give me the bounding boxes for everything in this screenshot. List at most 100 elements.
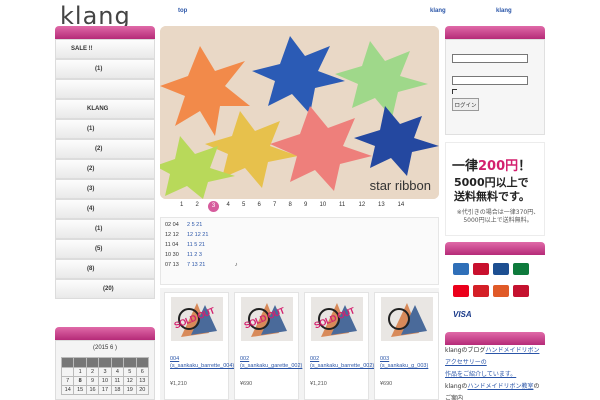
- calendar-day[interactable]: 19: [123, 385, 137, 395]
- product-name[interactable]: 002 (s_sankaku_barrette_002): [310, 356, 374, 370]
- page-link[interactable]: 8: [289, 202, 292, 208]
- nav-link-klang-2[interactable]: klang: [496, 8, 512, 14]
- page-link[interactable]: 14: [398, 202, 405, 208]
- product-name[interactable]: 004 (s_sankaku_barrette_004): [170, 356, 234, 370]
- product-price: ¥690: [240, 381, 253, 387]
- page-link[interactable]: 7: [273, 202, 276, 208]
- calendar-day[interactable]: 18: [110, 385, 125, 395]
- news-item[interactable]: 07 13 7 13 21 ♪: [165, 262, 238, 268]
- nav-link-top[interactable]: top: [178, 8, 187, 14]
- music-note-icon: ♪: [233, 262, 238, 268]
- calendar-day[interactable]: 6: [135, 367, 150, 377]
- hero-banner[interactable]: star ribbon: [160, 26, 439, 199]
- shipping-promo: 一律200円！ 5000円以上で 送料無料です。 ※代引きの場合は一律370円、 5…: [445, 142, 545, 236]
- remember-checkbox[interactable]: [452, 89, 457, 94]
- product-card[interactable]: SOLD OUT 002 (s_sankaku_garette_002) ¥690: [234, 292, 302, 400]
- news-title[interactable]: 11 2 3: [187, 252, 202, 258]
- promo-price: 200円: [478, 159, 519, 174]
- product-card[interactable]: 003 (s_sankaku_g_003) ¥690: [374, 292, 439, 400]
- product-price: ¥690: [380, 381, 393, 387]
- category-item[interactable]: (8): [55, 259, 155, 279]
- blog-link-2[interactable]: 作品をご紹介しています。: [445, 371, 516, 378]
- left-menu-header: [55, 26, 155, 39]
- category-item[interactable]: (1): [55, 59, 155, 79]
- calendar-day[interactable]: 2: [85, 367, 100, 377]
- calendar-header: [55, 327, 155, 340]
- page-link[interactable]: 10: [320, 202, 327, 208]
- promo-note-b: 5000円以上で送料無料。: [463, 217, 533, 224]
- payment-header: [445, 242, 545, 255]
- news-title[interactable]: 7 13 21: [187, 262, 205, 268]
- login-header: [445, 26, 545, 39]
- category-item[interactable]: SALE !!: [55, 39, 155, 59]
- mc-card-icon: [453, 285, 469, 297]
- category-item[interactable]: [55, 79, 155, 99]
- info-class-label: klangの: [445, 383, 468, 390]
- calendar-day[interactable]: 13: [135, 376, 150, 386]
- category-menu: SALE !! (1) KLANG (1) (2) (2) (3) (4) (1) (5) (8)(…: [55, 39, 155, 324]
- category-item[interactable]: (2): [55, 159, 155, 179]
- news-item[interactable]: 02 04 2 5 21: [165, 222, 202, 228]
- info-header: [445, 332, 545, 345]
- login-email-input[interactable]: [452, 54, 528, 63]
- login-button[interactable]: ログイン: [452, 98, 479, 111]
- calendar-day[interactable]: 15: [73, 385, 87, 395]
- page-link[interactable]: 2: [196, 202, 199, 208]
- page-link[interactable]: 4: [227, 202, 230, 208]
- category-item[interactable]: (4): [55, 199, 155, 219]
- promo-suffix: ！: [518, 159, 532, 174]
- product-image[interactable]: SOLD OUT: [241, 297, 293, 341]
- calendar-day[interactable]: 16: [85, 385, 100, 395]
- nav-link-klang-1[interactable]: klang: [430, 8, 446, 14]
- product-image[interactable]: SOLD OUT: [171, 297, 223, 341]
- news-item[interactable]: 11 04 11 5 21: [165, 242, 205, 248]
- product-name[interactable]: 002 (s_sankaku_garette_002): [240, 356, 302, 370]
- news-title[interactable]: 12 12 21: [187, 232, 208, 238]
- page-link[interactable]: 12: [359, 202, 366, 208]
- calendar-day[interactable]: 14: [60, 385, 75, 395]
- category-item[interactable]: (5): [55, 239, 155, 259]
- calendar-day[interactable]: 9: [85, 376, 100, 386]
- page-link[interactable]: 6: [258, 202, 261, 208]
- category-item[interactable]: (20): [55, 279, 155, 299]
- dc-card-icon: [473, 263, 489, 275]
- calendar-day[interactable]: 4: [110, 367, 125, 377]
- calendar-day[interactable]: 17: [98, 385, 112, 395]
- page-link[interactable]: 13: [378, 202, 385, 208]
- uc-card-icon: [473, 285, 489, 297]
- page-link[interactable]: 1: [180, 202, 183, 208]
- news-title[interactable]: 11 5 21: [187, 242, 205, 248]
- product-name[interactable]: 003 (s_sankaku_g_003): [380, 356, 436, 370]
- category-item[interactable]: (1): [55, 219, 155, 239]
- page-link[interactable]: 5: [242, 202, 245, 208]
- info-blog: klangのブログハンドメイドリボンアクセサリーの 作品をご紹介しています。: [445, 345, 545, 381]
- news-title[interactable]: 2 5 21: [187, 222, 202, 228]
- calendar-title: (2015 6 ): [92, 345, 117, 351]
- product-image[interactable]: SOLD OUT: [311, 297, 363, 341]
- page-link[interactable]: 11: [339, 202, 345, 208]
- news-item[interactable]: 12 12 12 12 21: [165, 232, 208, 238]
- calendar-day[interactable]: 7: [60, 376, 75, 386]
- amex-card-icon: [453, 263, 469, 275]
- calendar-day[interactable]: 20: [135, 385, 150, 395]
- class-link[interactable]: ハンドメイドリボン教室: [467, 383, 533, 390]
- calendar-day[interactable]: 3: [98, 367, 112, 377]
- page-link[interactable]: 9: [304, 202, 307, 208]
- calendar-day[interactable]: 1: [73, 367, 87, 377]
- calendar-day[interactable]: 5: [123, 367, 137, 377]
- category-item[interactable]: (2): [55, 139, 155, 159]
- product-image[interactable]: [381, 297, 433, 341]
- news-item[interactable]: 10 30 11 2 3: [165, 252, 202, 258]
- calendar-day[interactable]: 11: [110, 376, 125, 386]
- category-item[interactable]: (1): [55, 119, 155, 139]
- category-item[interactable]: (3): [55, 179, 155, 199]
- product-card[interactable]: SOLD OUT 004 (s_sankaku_barrette_004) ¥1,2…: [164, 292, 234, 400]
- category-item[interactable]: KLANG: [55, 99, 155, 119]
- hero-caption: star ribbon: [369, 178, 431, 193]
- calendar-day[interactable]: 10: [98, 376, 112, 386]
- login-password-input[interactable]: [452, 76, 528, 85]
- calendar-day[interactable]: 12: [123, 376, 137, 386]
- calendar-day[interactable]: 8: [73, 376, 87, 386]
- product-card[interactable]: SOLD OUT 002 (s_sankaku_barrette_002) ¥1,2…: [304, 292, 374, 400]
- page-link[interactable]: 3: [208, 201, 219, 212]
